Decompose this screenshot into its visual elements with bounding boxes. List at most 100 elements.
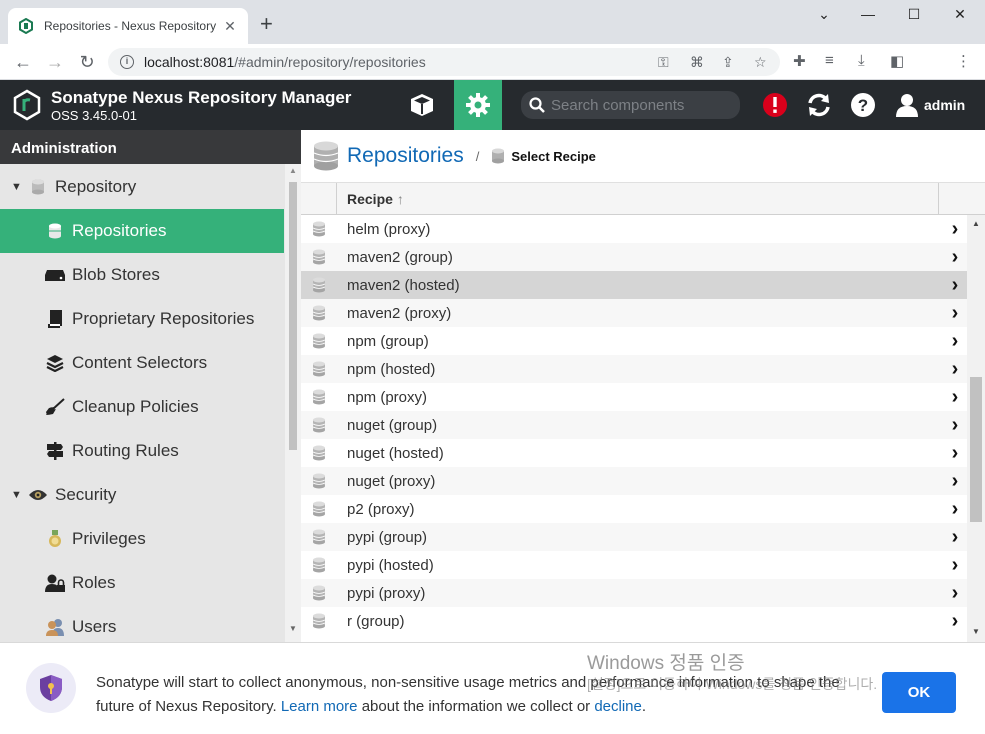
sidebar-item-repositories[interactable]: Repositories: [0, 209, 284, 253]
table-row[interactable]: p2 (proxy) ›: [301, 495, 967, 523]
table-row[interactable]: npm (group) ›: [301, 327, 967, 355]
sidebar-item-roles[interactable]: Roles: [0, 561, 284, 605]
browser-tab[interactable]: Repositories - Nexus Repository ✕: [8, 8, 248, 44]
page-title[interactable]: Repositories: [347, 144, 464, 168]
sidebar-scroll-thumb[interactable]: [289, 182, 297, 450]
sidebar-item-content-selectors[interactable]: Content Selectors: [0, 341, 284, 385]
minimize-button[interactable]: —: [858, 6, 878, 22]
sidebar-item-label: Users: [72, 617, 117, 636]
chevron-down-icon[interactable]: ⌄: [814, 6, 834, 23]
address-bar[interactable]: i localhost:8081/#admin/repository/repos…: [108, 48, 780, 76]
chevron-right-icon: ›: [951, 442, 959, 464]
download-icon[interactable]: ⤓: [858, 52, 865, 69]
recipe-label: maven2 (proxy): [347, 304, 452, 322]
recipe-label: maven2 (hosted): [347, 276, 460, 294]
windows-activation-subtext: [설정]으로 이동하여 Windows를 정품 인증합니다.: [587, 676, 878, 692]
sidebar-item-cleanup-policies[interactable]: Cleanup Policies: [0, 385, 284, 429]
table-row[interactable]: maven2 (group) ›: [301, 243, 967, 271]
grid-header: Recipe ↑: [301, 183, 985, 215]
recipe-label: p2 (proxy): [347, 500, 415, 518]
sidebar-item-privileges[interactable]: Privileges: [0, 517, 284, 561]
scroll-up-arrow-icon[interactable]: ▲: [289, 166, 297, 175]
alert-button[interactable]: [751, 80, 799, 130]
table-row[interactable]: pypi (group) ›: [301, 523, 967, 551]
table-row[interactable]: pypi (hosted) ›: [301, 551, 967, 579]
new-tab-button[interactable]: +: [260, 12, 273, 36]
menu-dots-icon[interactable]: ⋮: [956, 52, 971, 70]
close-window-button[interactable]: ✕: [950, 6, 970, 23]
site-info-icon[interactable]: i: [120, 55, 134, 69]
table-row[interactable]: npm (proxy) ›: [301, 383, 967, 411]
svg-text:?: ?: [858, 96, 868, 115]
table-row[interactable]: nuget (hosted) ›: [301, 439, 967, 467]
recipe-grid: helm (proxy) › maven2 (group) › maven2 (host…: [301, 215, 967, 642]
refresh-button[interactable]: [795, 80, 843, 130]
database-icon: [492, 148, 505, 164]
table-row[interactable]: nuget (group) ›: [301, 411, 967, 439]
user-name[interactable]: admin: [924, 97, 965, 113]
learn-more-link[interactable]: Learn more: [281, 698, 358, 715]
ok-button[interactable]: OK: [882, 672, 956, 713]
maximize-button[interactable]: ☐: [904, 6, 924, 23]
database-icon: [301, 305, 337, 321]
sidebar-item-routing-rules[interactable]: Routing Rules: [0, 429, 284, 473]
database-icon: [301, 501, 337, 517]
chevron-right-icon: ›: [951, 246, 959, 268]
admin-button[interactable]: [454, 80, 502, 130]
chevron-right-icon: ›: [951, 414, 959, 436]
scroll-down-arrow-icon[interactable]: ▼: [972, 627, 980, 636]
sidebar-item-blob-stores[interactable]: Blob Stores: [0, 253, 284, 297]
grid-scrollbar[interactable]: ▲ ▼: [967, 215, 985, 642]
table-row[interactable]: nuget (proxy) ›: [301, 467, 967, 495]
table-row[interactable]: maven2 (proxy) ›: [301, 299, 967, 327]
table-row[interactable]: maven2 (hosted) ›: [301, 271, 967, 299]
database-icon: [301, 445, 337, 461]
back-button[interactable]: ←: [12, 51, 34, 73]
share-icon[interactable]: ⇪: [722, 54, 734, 71]
chevron-right-icon: ›: [951, 358, 959, 380]
decline-link[interactable]: decline: [594, 698, 642, 715]
table-row[interactable]: r (group) ›: [301, 607, 967, 635]
search-box[interactable]: [521, 91, 740, 119]
help-button[interactable]: ?: [839, 80, 887, 130]
caret-down-icon[interactable]: ▼: [11, 181, 22, 193]
app-header: Sonatype Nexus Repository Manager OSS 3.…: [0, 80, 985, 130]
recipe-label: pypi (hosted): [347, 556, 434, 574]
table-row[interactable]: helm (proxy) ›: [301, 215, 967, 243]
scroll-down-arrow-icon[interactable]: ▼: [289, 624, 297, 633]
recipe-label: nuget (hosted): [347, 444, 444, 462]
sidebar-item-label: Repository: [55, 177, 137, 196]
table-row[interactable]: pypi (proxy) ›: [301, 579, 967, 607]
scroll-up-arrow-icon[interactable]: ▲: [972, 219, 980, 228]
side-panel-icon[interactable]: ◧: [890, 52, 904, 70]
forward-button[interactable]: →: [44, 51, 66, 73]
search-icon: [529, 97, 545, 113]
recipe-label: r (group): [347, 612, 405, 630]
recipe-label: pypi (group): [347, 528, 428, 546]
translate-icon[interactable]: ⌘: [690, 54, 704, 71]
media-icon[interactable]: ≡: [825, 52, 834, 69]
bookmark-star-icon[interactable]: ☆: [754, 54, 767, 71]
sidebar-item-users[interactable]: Users: [0, 605, 284, 642]
breadcrumb: Repositories / Select Recipe: [301, 130, 985, 183]
chevron-right-icon: ›: [951, 330, 959, 352]
banner-shield-icon: [26, 663, 76, 713]
sidebar-item-label: Content Selectors: [72, 353, 208, 372]
table-row[interactable]: npm (hosted) ›: [301, 355, 967, 383]
sidebar-group-repository[interactable]: ▼ Repository: [0, 165, 284, 209]
sidebar-item-proprietary-repositories[interactable]: Proprietary Repositories: [0, 297, 284, 341]
caret-down-icon[interactable]: ▼: [11, 489, 22, 501]
browse-button[interactable]: [398, 80, 446, 130]
extensions-icon[interactable]: ✚: [793, 52, 806, 70]
sidebar-group-security[interactable]: ▼ Security: [0, 473, 284, 517]
tab-close-icon[interactable]: ✕: [222, 18, 238, 35]
sidebar-scrollbar[interactable]: ▲ ▼: [285, 164, 301, 642]
search-input[interactable]: [551, 96, 731, 114]
recipe-column-header[interactable]: Recipe ↑: [337, 183, 939, 215]
key-icon[interactable]: ⚿: [658, 54, 669, 71]
database-icon: [301, 249, 337, 265]
reload-button[interactable]: ↻: [76, 51, 98, 73]
grid-scroll-thumb[interactable]: [970, 377, 982, 522]
alert-icon: [763, 93, 787, 117]
database-icon: [301, 529, 337, 545]
